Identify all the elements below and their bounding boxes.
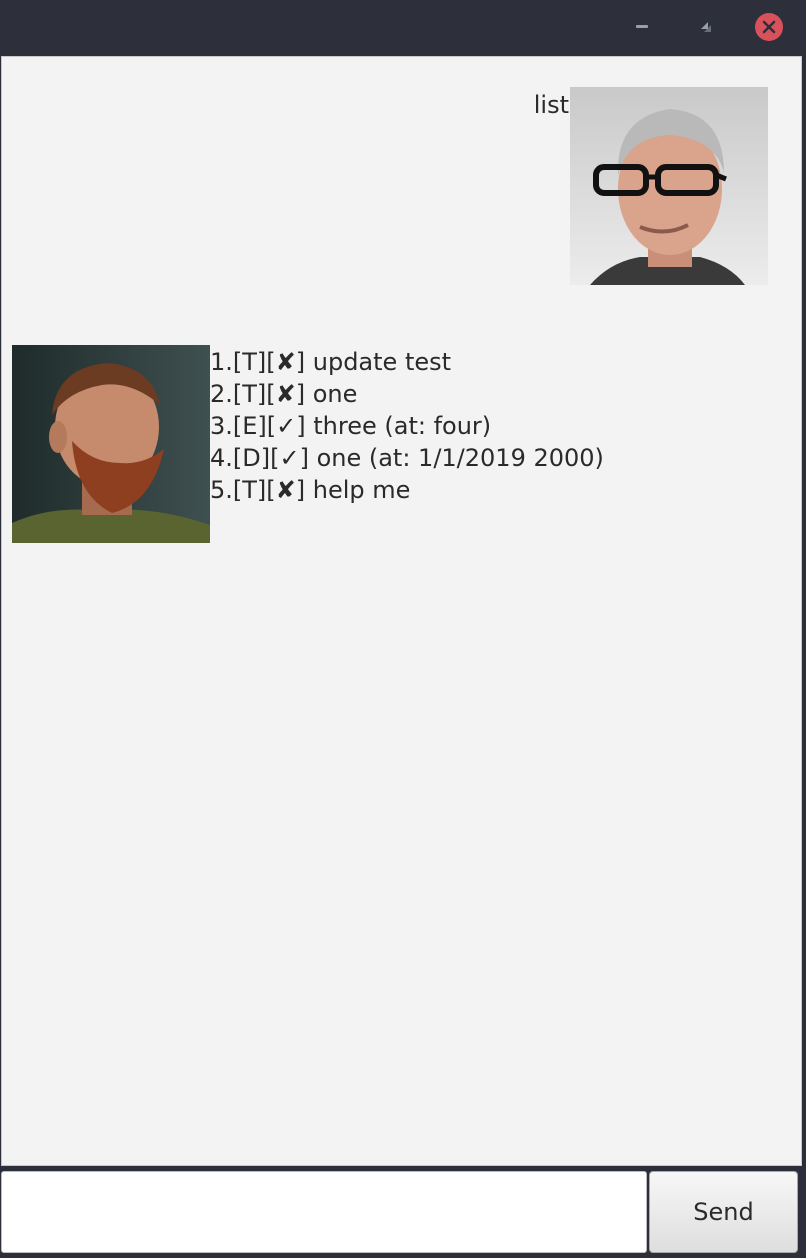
task-line-3: 3.[E][✓] three (at: four) <box>210 412 492 440</box>
app-window: list 1.[T][✘] update test 2.[T][✘] one 3… <box>0 0 806 1258</box>
user-message-row: list <box>2 87 801 287</box>
close-icon[interactable] <box>755 13 783 41</box>
bot-message-row: 1.[T][✘] update test 2.[T][✘] one 3.[E][… <box>2 345 801 545</box>
send-button[interactable]: Send <box>649 1171 798 1253</box>
task-line-4: 4.[D][✓] one (at: 1/1/2019 2000) <box>210 444 604 472</box>
message-input[interactable] <box>1 1171 647 1253</box>
input-bar: Send <box>0 1166 806 1258</box>
user-avatar <box>570 87 768 285</box>
minimize-icon[interactable] <box>628 13 656 41</box>
task-line-5: 5.[T][✘] help me <box>210 476 411 504</box>
bot-avatar <box>12 345 210 543</box>
title-bar <box>0 0 806 55</box>
chat-dialog-pane[interactable]: list 1.[T][✘] update test 2.[T][✘] one 3… <box>1 56 802 1166</box>
maximize-icon[interactable] <box>692 13 720 41</box>
bot-message-text: 1.[T][✘] update test 2.[T][✘] one 3.[E][… <box>210 346 604 506</box>
user-message-text: list <box>533 91 569 119</box>
task-line-2: 2.[T][✘] one <box>210 380 358 408</box>
task-line-1: 1.[T][✘] update test <box>210 348 452 376</box>
